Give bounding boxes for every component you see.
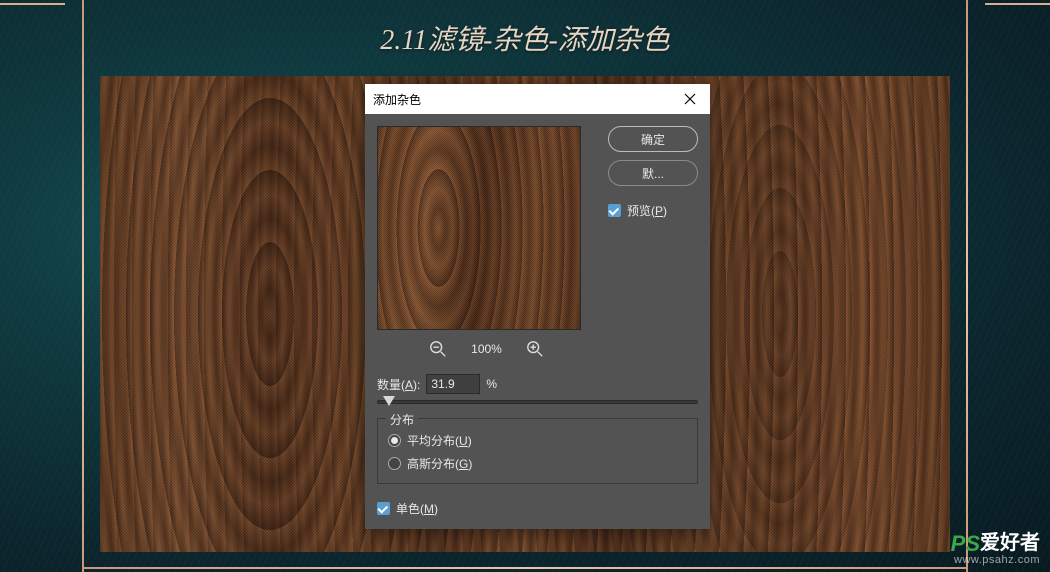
decor-border [82,567,968,569]
gaussian-radio-row[interactable]: 高斯分布(G) [388,452,687,475]
uniform-radio-row[interactable]: 平均分布(U) [388,429,687,452]
uniform-radio[interactable] [388,434,401,447]
distribution-legend: 分布 [386,411,418,428]
slider-track [377,400,698,404]
dialog-title: 添加杂色 [373,91,421,108]
preview-checkbox-row: 预览(P) [608,202,698,219]
cancel-button[interactable]: 默... [608,160,698,186]
close-icon [684,93,696,105]
zoom-controls: 100% [377,340,596,358]
dialog-titlebar[interactable]: 添加杂色 [365,84,710,114]
gaussian-label: 高斯分布(G) [407,455,472,472]
decor-border [985,3,1050,5]
amount-unit: % [486,377,497,391]
preview-label: 预览(P) [627,202,667,219]
monochrome-checkbox[interactable] [377,502,390,515]
zoom-level: 100% [471,342,502,356]
decor-border [0,3,65,5]
cancel-label: 默... [642,165,664,182]
preview-texture [378,127,580,329]
zoom-in-icon[interactable] [526,340,544,358]
watermark: PS爱好者 www.psahz.com [951,533,1040,566]
uniform-label: 平均分布(U) [407,432,472,449]
watermark-url: www.psahz.com [951,555,1040,566]
ok-button[interactable]: 确定 [608,126,698,152]
amount-label: 数量(A): [377,376,420,393]
distribution-fieldset: 分布 平均分布(U) 高斯分布(G) [377,418,698,484]
amount-input[interactable] [426,374,480,394]
monochrome-label: 单色(M) [396,500,438,517]
gaussian-radio[interactable] [388,457,401,470]
decor-border [966,0,968,572]
add-noise-dialog: 添加杂色 100% 确定 默... 预览(P [365,84,710,529]
preview-image[interactable] [377,126,581,330]
ok-label: 确定 [641,131,665,148]
slider-thumb[interactable] [383,396,395,406]
amount-row: 数量(A): % [365,370,710,400]
tutorial-title: 2.11滤镜-杂色-添加杂色 [380,18,670,58]
preview-checkbox[interactable] [608,204,621,217]
close-button[interactable] [678,87,702,111]
zoom-out-icon[interactable] [429,340,447,358]
monochrome-row: 单色(M) [365,492,710,529]
watermark-brand-cn: 爱好者 [980,532,1040,554]
decor-border [82,0,84,572]
watermark-brand-ps: PS [951,531,980,556]
